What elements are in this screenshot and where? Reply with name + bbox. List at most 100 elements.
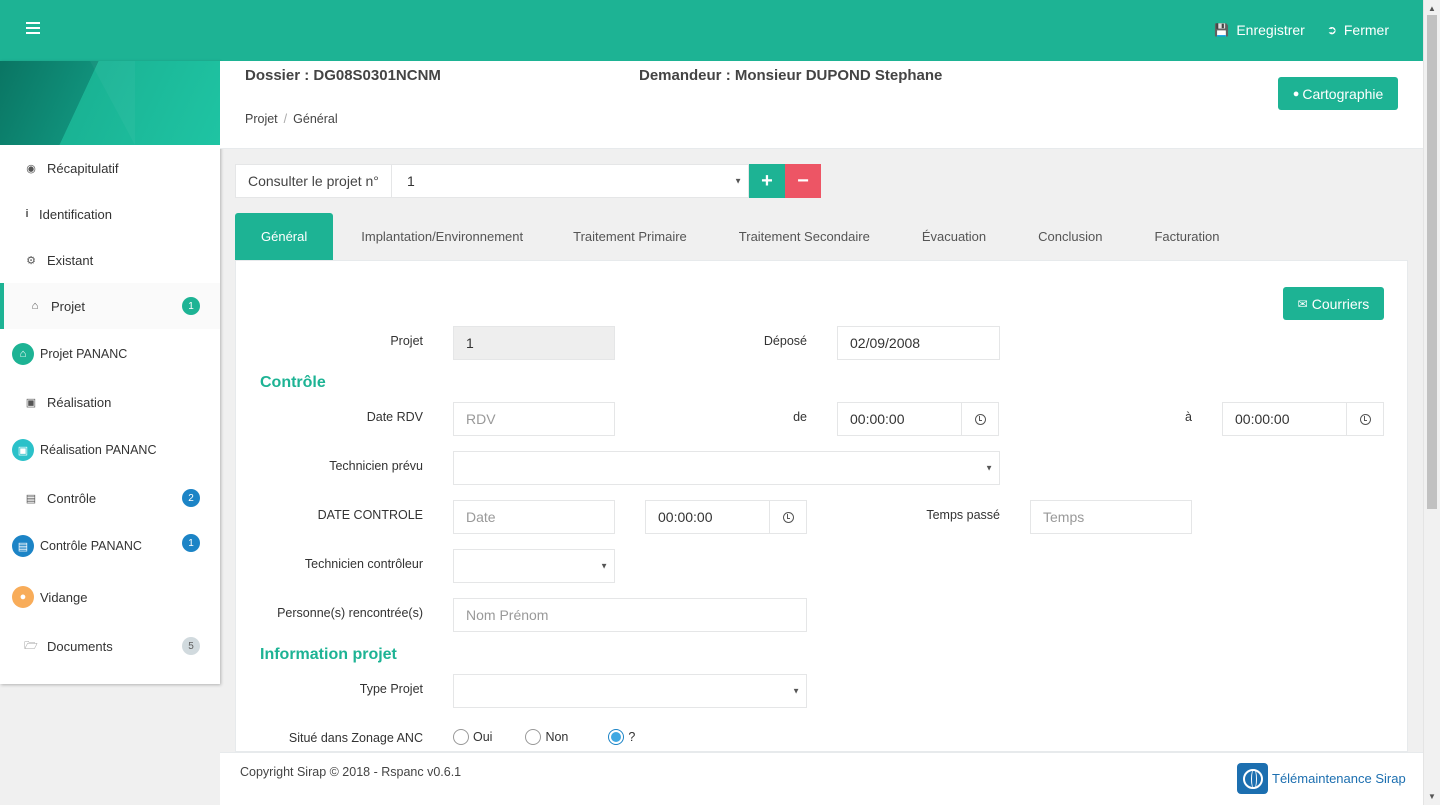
tab-implantation[interactable]: Implantation/Environnement (333, 213, 547, 260)
demandeur-title: Demandeur : Monsieur DUPOND Stephane (639, 67, 943, 84)
radio-circle[interactable] (525, 729, 542, 745)
dossier-title: Dossier : DG08S0301NCNM (245, 67, 441, 84)
book-icon: ▤ (12, 535, 34, 557)
sidebar-item-label: Projet (51, 298, 85, 314)
sidebar-item-projet-pananc[interactable]: ⌂ Projet PANANC (0, 329, 220, 379)
floppy-disk-icon: 💾 (1214, 23, 1230, 37)
sidebar-item-documents[interactable]: 🗁 Documents 5 (0, 623, 220, 669)
sidebar-item-label: Contrôle (47, 490, 97, 506)
telemaintenance-link[interactable]: Télémaintenance Sirap (1237, 763, 1406, 794)
technicien-controleur-select[interactable]: ▼ (453, 549, 615, 583)
topbar-actions: 💾 Enregistrer ➲ Fermer (1214, 22, 1389, 38)
scroll-up-icon[interactable]: ▲ (1428, 4, 1436, 13)
clock-icon[interactable] (961, 403, 998, 435)
close-button[interactable]: ➲ Fermer (1327, 22, 1389, 38)
remove-project-button[interactable]: − (785, 164, 821, 198)
drop-icon: ● (12, 586, 34, 608)
sidebar-item-label: Identification (39, 206, 112, 222)
save-button[interactable]: 💾 Enregistrer (1214, 22, 1304, 38)
clock-icon[interactable] (1346, 403, 1383, 435)
heure-debut-value: 00:00:00 (850, 411, 905, 427)
gears-icon: ⚙ (26, 254, 36, 267)
tab-facturation[interactable]: Facturation (1128, 213, 1245, 260)
tab-conclusion[interactable]: Conclusion (1012, 213, 1128, 260)
tab-evacuation[interactable]: Évacuation (896, 213, 1012, 260)
page-header: Dossier : DG08S0301NCNM Demandeur : Mons… (220, 61, 1423, 149)
home-icon: ⌂ (12, 343, 34, 365)
sidebar: ◉ Récapitulatif i Identification ⚙ Exist… (0, 61, 220, 684)
cartographie-button[interactable]: ● Cartographie (1278, 77, 1398, 110)
sidebar-item-vidange[interactable]: ● Vidange (0, 571, 220, 623)
tab-traitement-primaire[interactable]: Traitement Primaire (547, 213, 713, 260)
sidebar-item-recapitulatif[interactable]: ◉ Récapitulatif (0, 145, 220, 191)
zonage-anc-label: Situé dans Zonage ANC (288, 731, 423, 745)
heure-controle-field[interactable]: 00:00:00 (645, 500, 807, 534)
project-number-select[interactable]: 1 ▼ (392, 164, 749, 198)
technicien-prevu-label: Technicien prévu (329, 459, 423, 473)
sign-out-icon: ➲ (1326, 23, 1337, 37)
heure-debut-field[interactable]: 00:00:00 (837, 402, 999, 436)
scroll-down-icon[interactable]: ▼ (1428, 792, 1436, 801)
sidebar-item-realisation[interactable]: ▣ Réalisation (0, 379, 220, 425)
radio-label: Non (545, 730, 569, 744)
truck-icon: ▣ (25, 396, 37, 409)
projet-label: Projet (390, 334, 423, 348)
caret-down-icon: ▼ (792, 686, 800, 696)
sidebar-item-label: Récapitulatif (47, 160, 119, 176)
section-information-projet-title: Information projet (260, 646, 397, 663)
sidebar-item-projet[interactable]: ⌂ Projet 1 (0, 283, 220, 329)
sidebar-item-label: Réalisation (47, 394, 112, 410)
eye-icon: ◉ (26, 162, 36, 175)
tab-traitement-secondaire[interactable]: Traitement Secondaire (713, 213, 896, 260)
caret-down-icon: ▼ (985, 463, 993, 473)
project-number-value: 1 (407, 173, 415, 189)
caret-down-icon: ▼ (600, 561, 608, 571)
breadcrumb: Projet / Général (245, 112, 338, 126)
sidebar-item-existant[interactable]: ⚙ Existant (0, 237, 220, 283)
depose-date-field[interactable]: 02/09/2008 (837, 326, 1000, 360)
controle-count-badge: 2 (182, 489, 200, 507)
heure-fin-field[interactable]: 00:00:00 (1222, 402, 1384, 436)
add-project-button[interactable]: + (749, 164, 785, 198)
sidebar-item-controle[interactable]: ▤ Contrôle 2 (0, 475, 220, 521)
date-controle-label: DATE CONTROLE (317, 508, 423, 522)
book-icon: ▤ (25, 492, 37, 505)
tab-general[interactable]: Général (235, 213, 334, 260)
save-label: Enregistrer (1236, 22, 1305, 38)
menu-toggle-icon[interactable] (26, 22, 40, 36)
sidebar-item-controle-pananc[interactable]: ▤ Contrôle PANANC 1 (0, 521, 220, 571)
technicien-prevu-select[interactable]: ▼ (453, 451, 1000, 485)
project-selector-label: Consulter le projet n° (235, 164, 392, 198)
date-rdv-field[interactable]: RDV (453, 402, 615, 436)
caret-down-icon: ▼ (734, 176, 742, 186)
temps-passe-field[interactable]: Temps (1030, 500, 1192, 534)
personnes-rencontrees-field[interactable]: Nom Prénom (453, 598, 807, 632)
section-controle-title: Contrôle (260, 374, 326, 391)
tab-bar: Général Implantation/Environnement Trait… (235, 213, 1246, 260)
zonage-oui-radio[interactable]: Oui (453, 729, 492, 745)
projet-count-badge: 1 (182, 297, 200, 315)
radio-circle[interactable] (453, 729, 469, 745)
radio-circle-selected[interactable] (608, 729, 625, 745)
personnes-rencontrees-label: Personne(s) rencontrée(s) (277, 606, 423, 620)
breadcrumb-projet[interactable]: Projet (245, 112, 278, 126)
date-controle-field[interactable]: Date (453, 500, 615, 534)
clock-icon[interactable] (769, 501, 806, 533)
heure-fin-value: 00:00:00 (1235, 411, 1290, 427)
sidebar-item-realisation-pananc[interactable]: ▣ Réalisation PANANC (0, 425, 220, 475)
sidebar-item-label: Projet PANANC (40, 347, 128, 361)
envelope-icon: ✉ (1297, 296, 1308, 311)
sidebar-item-label: Réalisation PANANC (40, 443, 157, 457)
page-scrollbar[interactable]: ▲ ▼ (1423, 0, 1440, 805)
scrollbar-thumb[interactable] (1427, 15, 1437, 509)
temps-passe-label: Temps passé (926, 508, 1000, 522)
de-label: de (793, 410, 807, 424)
sidebar-item-label: Contrôle PANANC (40, 539, 142, 553)
zonage-non-radio[interactable]: Non (525, 729, 568, 745)
truck-icon: ▣ (12, 439, 34, 461)
type-projet-select[interactable]: ▼ (453, 674, 807, 708)
top-bar: 💾 Enregistrer ➲ Fermer (0, 0, 1423, 61)
zonage-inconnu-radio[interactable]: ? (608, 729, 635, 745)
sidebar-item-identification[interactable]: i Identification (0, 191, 220, 237)
courriers-button[interactable]: ✉ Courriers (1283, 287, 1384, 320)
